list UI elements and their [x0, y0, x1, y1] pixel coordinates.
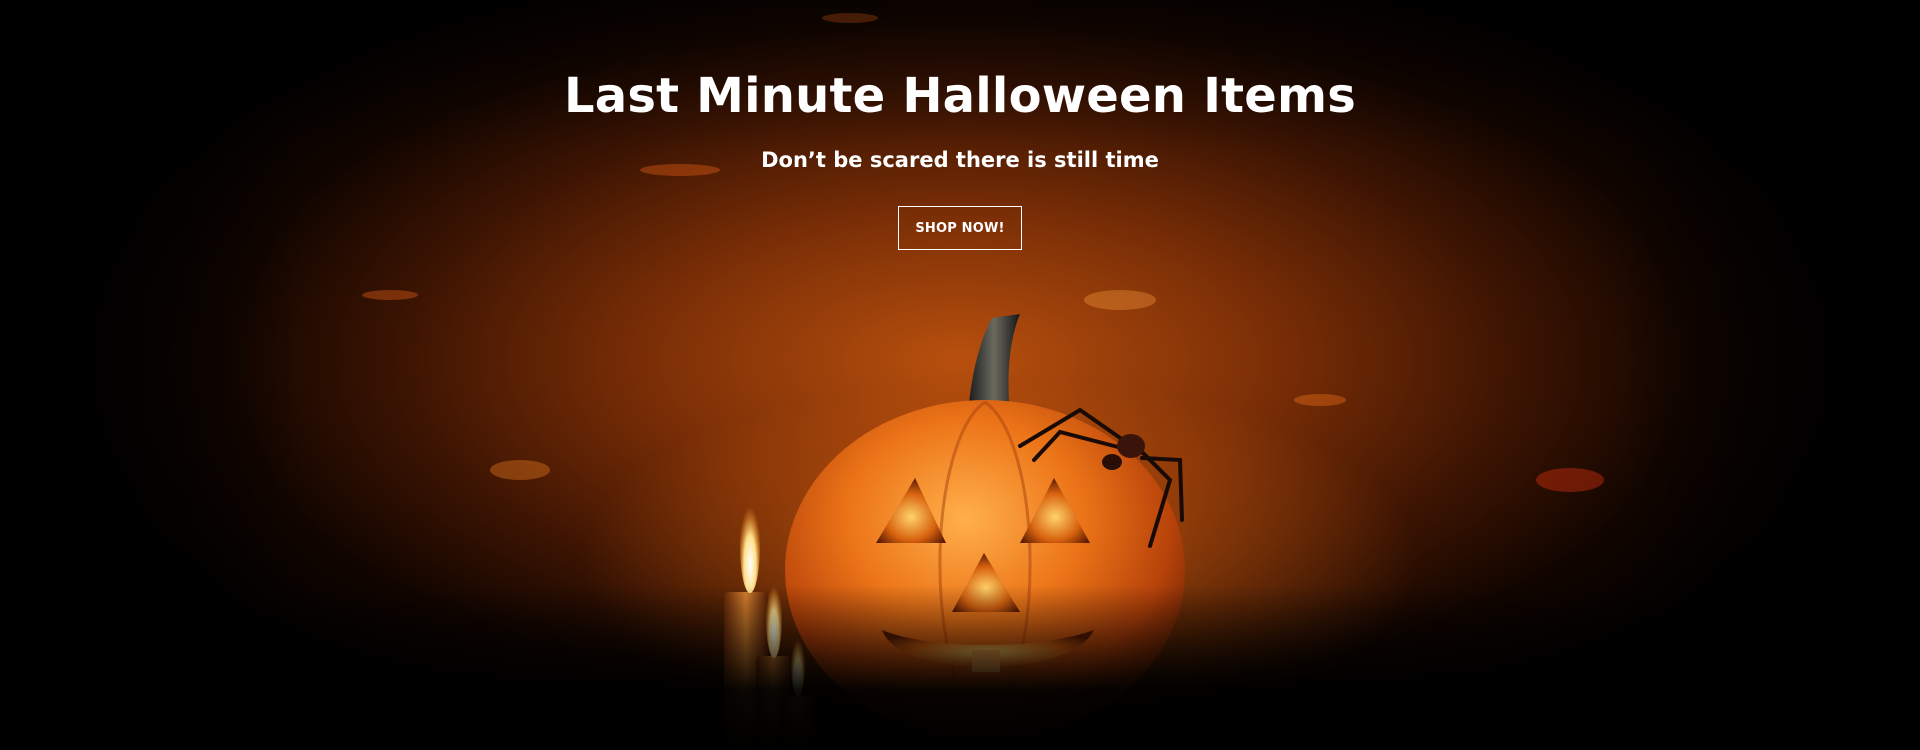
hero-banner[interactable]: Last Minute Halloween Items Don’t be sca…	[0, 0, 1920, 750]
hero-title: Last Minute Halloween Items	[563, 68, 1357, 124]
jack-o-lantern-icon	[785, 314, 1185, 740]
shop-now-button[interactable]: SHOP NOW!	[898, 206, 1022, 250]
hero-subtitle: Don’t be scared there is still time	[761, 148, 1159, 172]
